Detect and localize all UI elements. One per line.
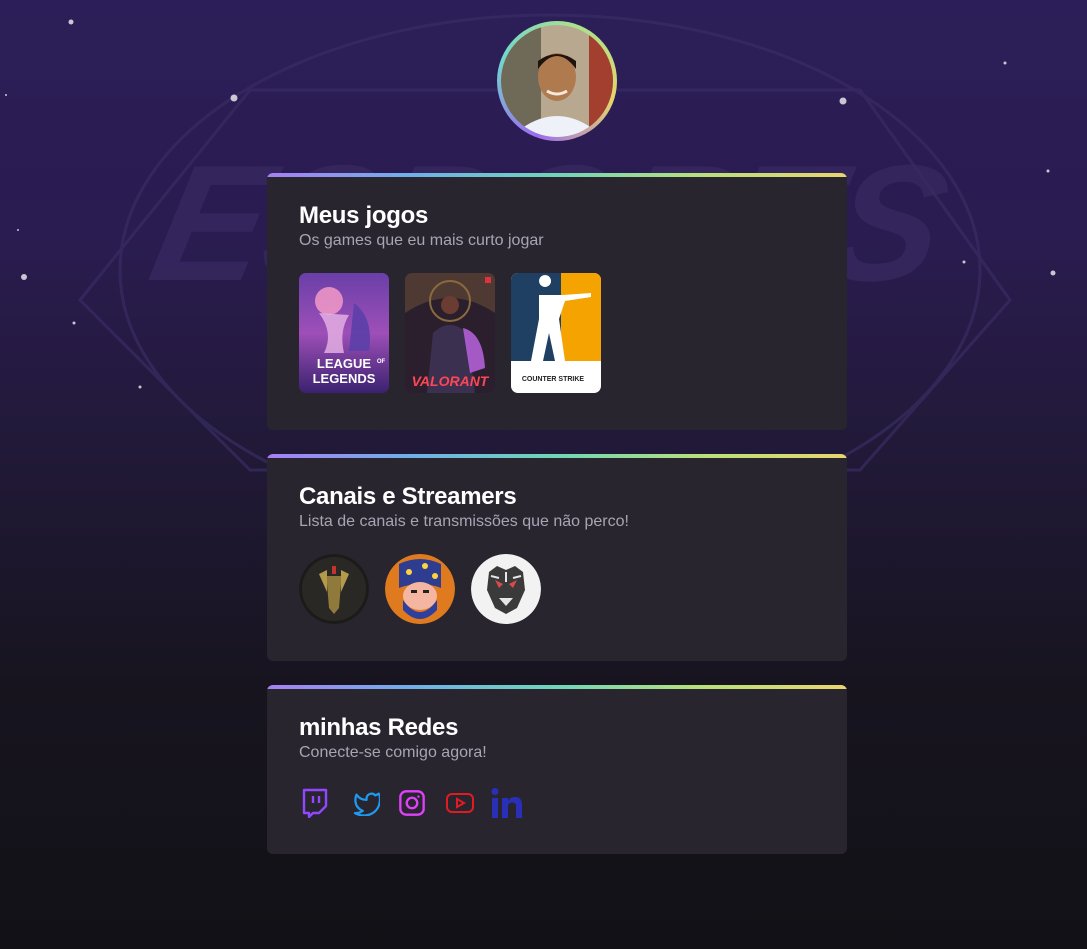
channels-card: Canais e Streamers Lista de canais e tra… bbox=[267, 454, 847, 661]
linkedin-icon[interactable] bbox=[489, 785, 525, 821]
profile-avatar-ring bbox=[497, 21, 617, 141]
game-valorant[interactable]: VALORANT bbox=[405, 273, 495, 393]
lol-small: OF bbox=[377, 359, 386, 365]
channel-avatar-1[interactable] bbox=[299, 554, 369, 624]
cs-label: COUNTER STRIKE bbox=[522, 376, 585, 383]
youtube-icon[interactable] bbox=[442, 785, 478, 821]
valorant-label: VALORANT bbox=[412, 373, 490, 389]
twitch-icon[interactable] bbox=[297, 785, 333, 821]
channel-avatar-3[interactable] bbox=[471, 554, 541, 624]
social-card: minhas Redes Conecte-se comigo agora! bbox=[267, 685, 847, 854]
twitter-icon[interactable] bbox=[347, 785, 383, 821]
game-counter-strike[interactable]: COUNTER STRIKE bbox=[511, 273, 601, 393]
social-title: minhas Redes bbox=[299, 714, 459, 741]
lol-line1: LEAGUE bbox=[317, 356, 372, 371]
channels-title: Canais e Streamers bbox=[299, 483, 517, 510]
channel-avatar-2[interactable] bbox=[385, 554, 455, 624]
games-subtitle: Os games que eu mais curto jogar bbox=[299, 232, 544, 249]
instagram-icon[interactable] bbox=[394, 785, 430, 821]
lol-line2: LEGENDS bbox=[313, 371, 376, 386]
games-title: Meus jogos bbox=[299, 202, 429, 229]
page: { "profile": { "avatar_alt": "Foto de pe… bbox=[0, 0, 1087, 949]
channels-subtitle: Lista de canais e transmissões que não p… bbox=[299, 513, 629, 530]
avatar bbox=[501, 25, 613, 137]
social-subtitle: Conecte-se comigo agora! bbox=[299, 744, 487, 761]
games-card: Meus jogos Os games que eu mais curto jo… bbox=[267, 173, 847, 430]
game-league-of-legends[interactable]: LEAGUE OF LEGENDS bbox=[299, 273, 389, 393]
